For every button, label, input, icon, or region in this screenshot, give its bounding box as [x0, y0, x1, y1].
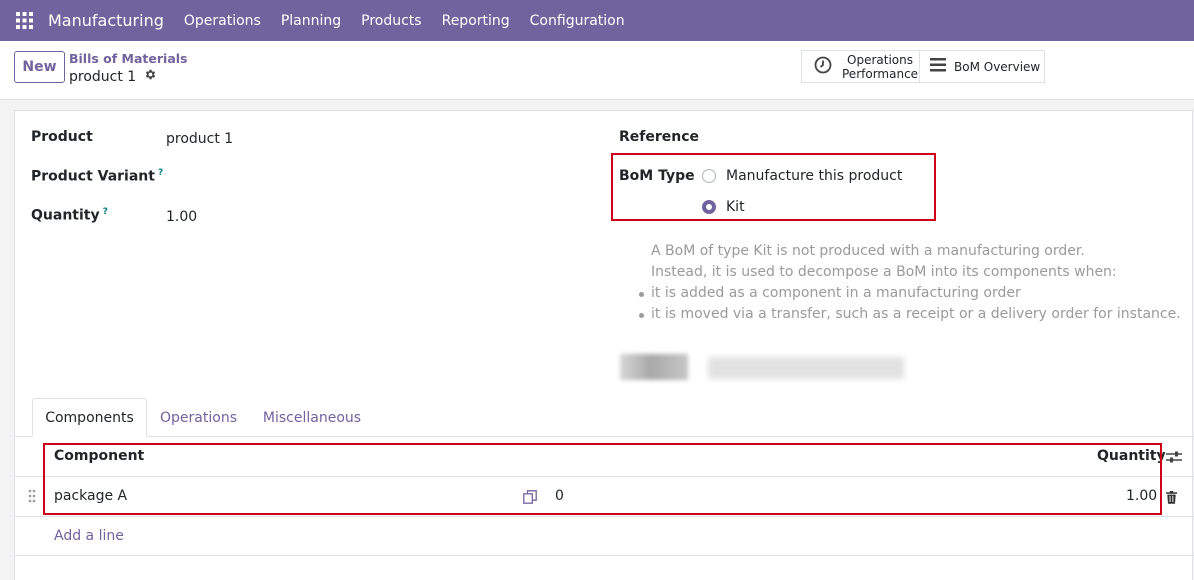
- menu-configuration[interactable]: Configuration: [520, 13, 635, 29]
- radio-kit[interactable]: Kit: [702, 199, 745, 215]
- operations-performance-label: Operations Performance: [842, 53, 918, 81]
- tab-operations[interactable]: Operations: [150, 398, 247, 437]
- kit-help-line1: A BoM of type Kit is not produced with a…: [651, 243, 1085, 259]
- smart-buttons: Operations Performance BoM Overview: [801, 50, 1045, 83]
- grid-icon[interactable]: [0, 0, 48, 41]
- tab-components[interactable]: Components: [32, 398, 147, 437]
- quantity-help-mark[interactable]: ?: [103, 207, 108, 217]
- operations-performance-button[interactable]: Operations Performance: [802, 51, 920, 82]
- bom-type-label: BoM Type: [619, 168, 695, 184]
- table-bottom-separator: [15, 555, 1194, 556]
- bom-overview-label: BoM Overview: [954, 59, 1041, 74]
- quantity-label: Quantity?: [31, 207, 108, 224]
- product-variant-field[interactable]: [166, 168, 586, 188]
- record-title-text: product 1: [69, 68, 137, 85]
- kit-help-bullet1: it is added as a component in a manufact…: [651, 285, 1021, 301]
- control-panel: New Bills of Materials product 1 Operati…: [0, 41, 1194, 100]
- radio-manufacture[interactable]: Manufacture this product: [702, 168, 902, 184]
- menu-operations[interactable]: Operations: [174, 13, 271, 29]
- kit-help-bullet2: it is moved via a transfer, such as a re…: [651, 306, 1181, 322]
- product-label: Product: [31, 129, 93, 145]
- radio-kit-label: Kit: [726, 199, 745, 215]
- new-button[interactable]: New: [14, 51, 65, 83]
- product-variant-label-text: Product Variant: [31, 168, 155, 185]
- menu-products[interactable]: Products: [351, 13, 431, 29]
- kit-help-line2: Instead, it is used to decompose a BoM i…: [651, 264, 1117, 280]
- add-line-link[interactable]: Add a line: [54, 528, 124, 544]
- radio-manufacture-circle[interactable]: [702, 169, 716, 183]
- radio-manufacture-label: Manufacture this product: [726, 168, 903, 184]
- top-navbar: Manufacturing Operations Planning Produc…: [0, 0, 1194, 41]
- blurred-field-label: [620, 354, 688, 380]
- product-variant-label: Product Variant?: [31, 168, 163, 185]
- bars-icon: [930, 57, 946, 76]
- app-name[interactable]: Manufacturing: [48, 11, 164, 30]
- blurred-field-value: [708, 357, 904, 379]
- operations-performance-line2: Performance: [842, 66, 919, 81]
- tab-miscellaneous[interactable]: Miscellaneous: [252, 398, 372, 437]
- menu-reporting[interactable]: Reporting: [432, 13, 520, 29]
- quantity-label-text: Quantity: [31, 207, 100, 224]
- gear-icon[interactable]: [144, 68, 157, 85]
- optional-columns-icon[interactable]: [1165, 448, 1183, 466]
- form-sheet: Product product 1 Product Variant? Quant…: [14, 110, 1194, 580]
- bom-type-highlight: [611, 153, 936, 221]
- quantity-field[interactable]: 1.00: [166, 209, 197, 225]
- product-variant-help-mark[interactable]: ?: [158, 168, 163, 178]
- trash-icon[interactable]: [1164, 489, 1178, 505]
- menu-planning[interactable]: Planning: [271, 13, 351, 29]
- breadcrumb[interactable]: Bills of Materials: [69, 51, 188, 66]
- bom-overview-button[interactable]: BoM Overview: [920, 51, 1044, 82]
- radio-kit-circle[interactable]: [702, 200, 716, 214]
- component-row-separator: [15, 516, 1194, 517]
- operations-performance-line1: Operations: [847, 52, 914, 67]
- record-title: product 1: [69, 68, 157, 85]
- product-field[interactable]: product 1: [166, 131, 233, 147]
- clock-icon: [814, 56, 832, 78]
- components-highlight: [43, 443, 1162, 515]
- help-bullet: [639, 313, 644, 318]
- drag-handle-icon[interactable]: [27, 488, 37, 504]
- reference-field[interactable]: [835, 129, 1175, 149]
- help-bullet: [639, 292, 644, 297]
- reference-label: Reference: [619, 129, 700, 145]
